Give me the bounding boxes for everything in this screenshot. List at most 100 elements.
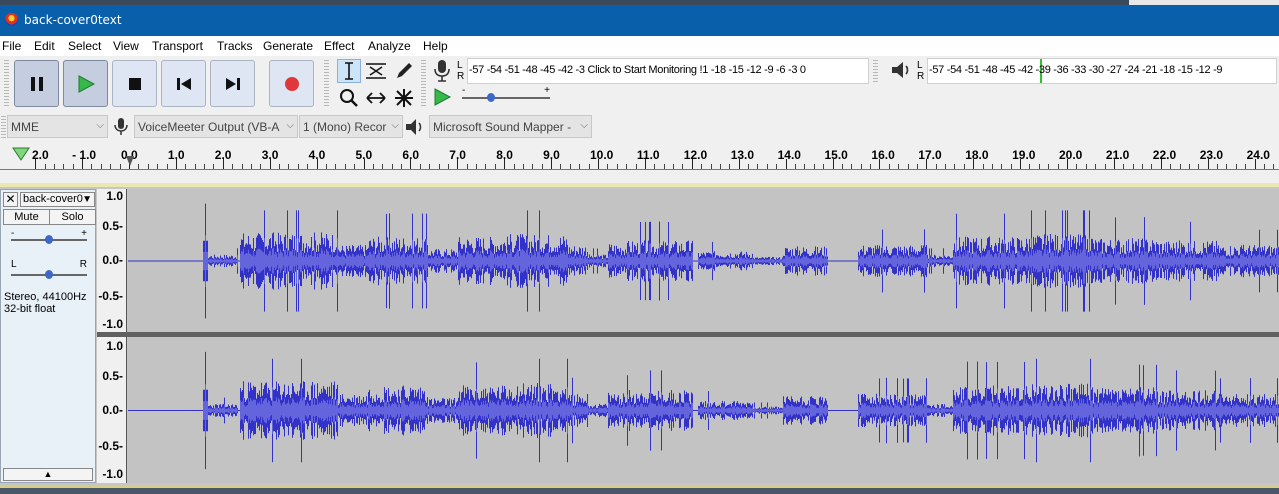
timeline-minor-tick: [522, 164, 524, 169]
menu-select[interactable]: Select: [68, 39, 101, 53]
timeline-minor-tick: [982, 164, 984, 169]
timeline-minor-tick: [476, 164, 478, 169]
multi-tool[interactable]: [392, 86, 416, 110]
menu-help[interactable]: Help: [423, 39, 448, 53]
window-title: back-cover0text: [24, 13, 122, 27]
pan-slider[interactable]: L R: [11, 259, 87, 280]
timeline-major-tick: [1160, 159, 1162, 169]
timeline-tick-label: 10.0: [590, 148, 614, 162]
track-name-menu[interactable]: back-cover0 ▼: [20, 192, 95, 207]
timeline-tick-label: 15.0: [824, 148, 848, 162]
vertical-ruler-left-channel[interactable]: 1.0 0.5- 0.0- -0.5- -1.0: [97, 189, 127, 332]
playhead-marker[interactable]: [126, 156, 134, 166]
envelope-tool[interactable]: [364, 59, 388, 83]
mute-button[interactable]: Mute: [3, 209, 50, 225]
timeline-minor-tick: [344, 164, 346, 169]
track-close-button[interactable]: ✕: [3, 192, 18, 207]
track-control-panel: ✕ back-cover0 ▼ Mute Solo - + L R Stereo,…: [0, 189, 96, 483]
waveform-left-channel[interactable]: [128, 189, 1279, 332]
envelope-tool-icon: [366, 63, 386, 79]
toolbar-grip[interactable]: [4, 60, 9, 108]
timeline-ruler[interactable]: 2.0- 1.0 0.0 1.0 2.0 3.0 4.0 5.0 6.0 7.0 8.0 9.0 10…: [0, 142, 1279, 170]
speaker-icon[interactable]: [890, 59, 912, 84]
timeline-minor-tick: [1188, 164, 1190, 169]
collapse-track-button[interactable]: ▲: [3, 468, 93, 481]
timeline-minor-tick: [1085, 164, 1087, 169]
timeline-minor-tick: [907, 164, 909, 169]
timeline-tick-label: 11.0: [636, 148, 660, 162]
vertical-ruler-right-channel[interactable]: 1.0 0.5- 0.0- -0.5- -1.0: [97, 337, 127, 483]
toolbar-grip[interactable]: [421, 60, 426, 108]
timeline-minor-tick: [748, 164, 750, 169]
menu-generate[interactable]: Generate: [263, 39, 313, 53]
multi-tool-icon: [395, 89, 413, 107]
toolbar-grip[interactable]: [324, 60, 329, 108]
menu-transport[interactable]: Transport: [152, 39, 203, 53]
playback-device-select[interactable]: Microsoft Sound Mapper - ⌵: [429, 115, 592, 138]
timeline-minor-tick: [307, 164, 309, 169]
time-shift-tool[interactable]: [364, 86, 388, 110]
recording-meter[interactable]: L R -57 -54 -51 -48 -45 -42 -3 Click to …: [457, 58, 869, 84]
timeline-major-tick: [457, 159, 459, 169]
timeline-minor-tick: [794, 164, 796, 169]
timeline-minor-tick: [841, 164, 843, 169]
menu-edit[interactable]: Edit: [34, 39, 55, 53]
recording-device-select[interactable]: VoiceMeeter Output (VB-A ⌵: [134, 115, 298, 138]
selection-tool[interactable]: [337, 59, 361, 83]
timeline-minor-tick: [1142, 164, 1144, 169]
timeline-minor-tick: [1123, 164, 1125, 169]
timeline-minor-tick: [494, 164, 496, 169]
timeline-minor-tick: [354, 164, 356, 169]
play-button[interactable]: [63, 60, 108, 107]
timeline-major-tick: [1020, 159, 1022, 169]
recording-meter-scale: -57 -54 -51 -48 -45 -42 -3 Click to Star…: [469, 64, 806, 76]
audio-host-select[interactable]: MME ⌵: [7, 115, 108, 138]
timeline-minor-tick: [110, 164, 112, 169]
record-button[interactable]: [269, 60, 314, 107]
timeline-minor-tick: [1076, 164, 1078, 169]
timeline-minor-tick: [1235, 164, 1237, 169]
playback-meter[interactable]: L R -57 -54 -51 -48 -45 -42 -39 -36 -33 …: [917, 58, 1279, 84]
zoom-tool-icon: [340, 89, 358, 107]
timeline-minor-tick: [1057, 164, 1059, 169]
timeline-tick-label: - 1.0: [72, 148, 97, 162]
solo-button[interactable]: Solo: [49, 209, 96, 225]
menu-bar: File Edit Select View Transport Tracks G…: [0, 36, 1279, 56]
menu-analyze[interactable]: Analyze: [368, 39, 411, 53]
skip-to-start-button[interactable]: [161, 60, 206, 107]
timeline-minor-tick: [663, 164, 665, 169]
timeline-minor-tick: [682, 164, 684, 169]
timeline-minor-tick: [560, 164, 562, 169]
playback-speed-slider[interactable]: - +: [462, 85, 550, 103]
timeline-minor-tick: [53, 164, 55, 169]
timeline-minor-tick: [1179, 164, 1181, 169]
audacity-app-icon: [5, 13, 18, 26]
draw-tool[interactable]: [392, 59, 416, 83]
recording-channels-select[interactable]: 1 (Mono) Recor ⌵: [299, 115, 403, 138]
menu-view[interactable]: View: [113, 39, 139, 53]
menu-tracks[interactable]: Tracks: [217, 39, 253, 53]
skip-to-start-icon: [176, 77, 191, 90]
timeline-minor-tick: [541, 164, 543, 169]
timeline-major-tick: [785, 159, 787, 169]
menu-file[interactable]: File: [2, 39, 21, 53]
timeline-minor-tick: [1151, 164, 1153, 169]
gain-slider[interactable]: - +: [11, 228, 87, 245]
waveform-right-channel[interactable]: [128, 337, 1279, 483]
timeline-major-tick: [691, 159, 693, 169]
skip-to-end-button[interactable]: [210, 60, 255, 107]
zoom-tool[interactable]: [337, 86, 361, 110]
timeline-tick-label: 22.0: [1152, 148, 1177, 162]
microphone-icon[interactable]: [432, 59, 452, 86]
toolbar-grip[interactable]: [873, 60, 878, 82]
pause-button[interactable]: [14, 60, 59, 107]
stop-button[interactable]: [112, 60, 157, 107]
timeline-quick-play-icon[interactable]: [12, 146, 30, 162]
timeline-minor-tick: [1104, 164, 1106, 169]
menu-effect[interactable]: Effect: [324, 39, 354, 53]
toolbar-grip[interactable]: [1, 116, 6, 138]
timeline-minor-tick: [325, 164, 327, 169]
play-at-speed-button[interactable]: [432, 87, 452, 110]
timeline-minor-tick: [372, 164, 374, 169]
timeline-minor-tick: [898, 164, 900, 169]
